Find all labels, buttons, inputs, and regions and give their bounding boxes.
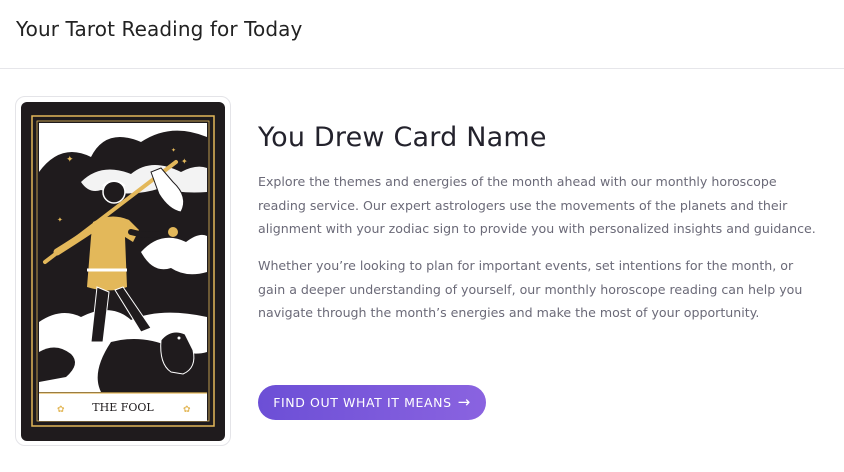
svg-text:✦: ✦ (66, 155, 74, 165)
page-header: Your Tarot Reading for Today (0, 0, 844, 69)
description-paragraph-1: Explore the themes and energies of the m… (258, 174, 816, 236)
arrow-right-icon: → (457, 393, 471, 411)
svg-text:✿: ✿ (57, 405, 65, 415)
find-out-meaning-button[interactable]: FIND OUT WHAT IT MEANS → (258, 385, 486, 420)
svg-text:✦: ✦ (181, 157, 188, 166)
description-paragraph-2: Whether you’re looking to plan for impor… (258, 258, 803, 320)
tarot-card-image[interactable]: ✦ ✦ ✦ ✦ ✿ ✿ THE FOOL (21, 102, 225, 441)
page-title: Your Tarot Reading for Today (16, 17, 303, 41)
svg-text:✦: ✦ (171, 147, 176, 154)
tarot-card-illustration: ✦ ✦ ✦ ✦ ✿ ✿ THE FOOL (31, 115, 215, 427)
card-title: You Drew Card Name (258, 122, 547, 153)
svg-text:✦: ✦ (57, 216, 63, 224)
svg-text:✿: ✿ (183, 405, 191, 415)
cta-label: FIND OUT WHAT IT MEANS (273, 395, 452, 410)
card-name-label: THE FOOL (92, 401, 154, 414)
